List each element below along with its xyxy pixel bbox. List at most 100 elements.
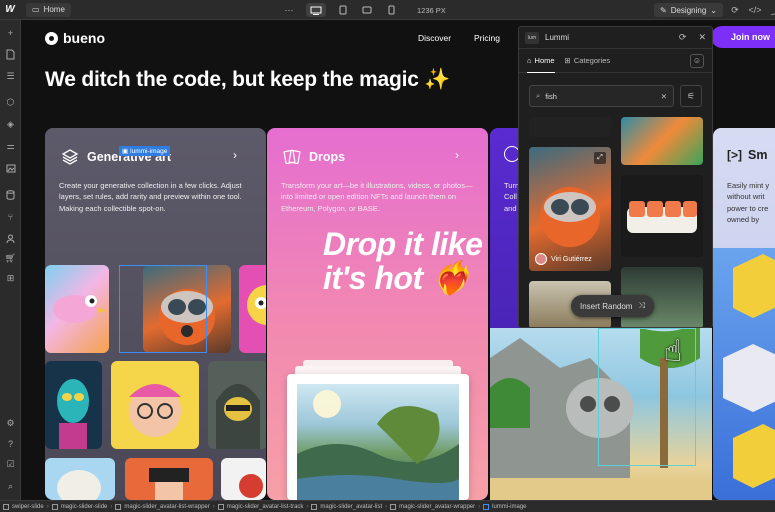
result-image-top-dark[interactable] — [529, 117, 611, 137]
refresh-icon[interactable]: ⟳ — [679, 32, 687, 43]
selection-tag-label: lummi-image — [130, 147, 168, 155]
smart-contracts-card[interactable]: [>] Sm Easily mint y without writ power … — [713, 128, 775, 500]
tab-categories[interactable]: ⊞ Categories — [565, 49, 611, 73]
nav-link-pricing[interactable]: Pricing — [474, 33, 500, 43]
image-box-icon — [483, 503, 490, 510]
lummi-header: lum Lummi ⟳ ✕ — [519, 27, 712, 49]
lummi-search-input[interactable] — [545, 91, 646, 101]
author-avatar — [535, 253, 547, 265]
sync-icon[interactable]: ⟳ — [728, 3, 742, 17]
help-icon[interactable]: ? — [4, 437, 17, 450]
mobile-portrait-breakpoint-icon[interactable] — [384, 3, 398, 17]
nav-link-discover[interactable]: Discover — [418, 33, 451, 43]
result-image-coral-fish[interactable] — [621, 117, 703, 165]
chevron-right-icon[interactable]: › — [233, 148, 237, 162]
selection-tag[interactable]: ▣ lummi-image — [119, 146, 171, 156]
insert-random-label: Insert Random — [580, 301, 633, 311]
breadcrumb-label: magic-slider_avatar-wrapper — [399, 503, 476, 510]
result-image-diver[interactable]: Viri Gutiérrez ⤢ — [529, 147, 611, 271]
chevron-right-icon[interactable]: › — [455, 148, 459, 162]
insert-random-button[interactable]: Insert Random ⤨ — [571, 295, 654, 317]
audit-checkbox-icon[interactable]: ☑ — [4, 458, 17, 471]
breadcrumb-item[interactable]: magic-slider_avatar-wrapper — [387, 503, 478, 510]
element-breadcrumb: swiper-slide › magic-slider-slide › magi… — [0, 500, 775, 512]
close-icon[interactable]: ✕ — [698, 32, 706, 43]
smart-desc-line: without writ — [727, 192, 765, 202]
sliders-icon: ⚟ — [686, 90, 696, 101]
site-brand[interactable]: bueno — [45, 30, 105, 46]
layers-icon — [61, 149, 79, 165]
tab-categories-label: Categories — [573, 56, 611, 65]
tablet-breakpoint-icon[interactable] — [336, 3, 350, 17]
ecommerce-icon[interactable]: 🛒︎ — [4, 252, 17, 265]
breadcrumb-item[interactable]: magic-slider_avatar-list-wrapper — [112, 503, 212, 510]
home-icon: ⌂ — [527, 55, 532, 65]
code-icon[interactable]: </> — [748, 3, 762, 17]
element-box-icon — [311, 503, 318, 510]
breadcrumb-item[interactable]: swiper-slide — [0, 503, 47, 510]
lummi-logo-icon: lum — [525, 31, 539, 44]
drops-description: Transform your art—be it illustrations, … — [281, 181, 473, 213]
topbar-right-actions: ⟳ </> ⤴ — [728, 3, 775, 17]
designer-left-sidebar: + ☰ ⬡ ◈ ⚌ ⑂ 🛒︎ ⊞ ⚙ ? ☑ ⌕ — [0, 20, 21, 500]
breadcrumb-item[interactable]: magic-slider_avatar-list — [308, 503, 385, 510]
drops-heading: Drops — [283, 148, 345, 166]
brand-name: bueno — [63, 30, 105, 46]
smart-title: Sm — [748, 148, 768, 162]
breadcrumb-label: swiper-slide — [12, 503, 44, 510]
designer-topbar: W ▭ Home ··· 1236 PX ✎ Designing ⌄ ⟳ </>… — [0, 0, 775, 20]
users-icon[interactable] — [4, 232, 17, 245]
desktop-breakpoint-icon[interactable] — [306, 3, 326, 17]
collections-desc-line: Coll — [504, 192, 517, 202]
cms-icon[interactable] — [4, 188, 17, 201]
element-box-icon — [3, 503, 9, 510]
logic-icon[interactable]: ⑂ — [4, 210, 17, 223]
breadcrumb-label: magic-slider_avatar-list — [320, 503, 383, 510]
navigator-icon[interactable]: ☰ — [4, 70, 17, 83]
tab-home[interactable]: ⌂ Home — [527, 49, 555, 73]
add-elements-icon[interactable]: + — [4, 26, 17, 39]
mode-selector[interactable]: ✎ Designing ⌄ — [654, 3, 723, 17]
drops-headline: Drop it like it's hot ❤️‍🔥 — [323, 227, 483, 296]
variables-icon[interactable]: ⚌ — [4, 140, 17, 153]
settings-icon[interactable]: ⚙ — [4, 417, 17, 430]
collections-desc-line: and — [504, 203, 517, 213]
breadcrumb-label: lummi-image — [492, 503, 527, 510]
more-options-icon[interactable]: ··· — [282, 3, 296, 17]
heart-fire-emoji: ❤️‍🔥 — [430, 259, 471, 296]
lummi-search-box[interactable]: ⌕ ✕ — [529, 85, 674, 107]
pages-icon[interactable] — [4, 48, 17, 61]
avatar-tile-bottom-3 — [221, 458, 266, 500]
element-box-icon — [390, 503, 397, 510]
design-canvas[interactable]: bueno Discover Pricing Join now We ditch… — [21, 20, 775, 500]
breadcrumb-item-current[interactable]: lummi-image — [480, 503, 529, 510]
join-now-button[interactable]: Join now — [711, 26, 775, 48]
lummi-tabs: ⌂ Home ⊞ Categories ☺ — [519, 49, 712, 73]
account-icon[interactable]: ☺ — [690, 53, 704, 68]
page-selector-label: Home — [43, 5, 65, 14]
clear-icon[interactable]: ✕ — [661, 92, 667, 101]
expand-icon[interactable]: ⤢ — [594, 152, 606, 164]
result-image-sushi[interactable] — [621, 175, 703, 257]
apps-icon[interactable]: ⊞ — [4, 272, 17, 285]
components-icon[interactable]: ⬡ — [4, 96, 17, 109]
webflow-logo-icon[interactable]: W — [0, 0, 20, 20]
breadcrumb-label: magic-slider_avatar-list-wrapper — [124, 503, 210, 510]
style-selectors-icon[interactable]: ◈ — [4, 118, 17, 131]
drops-card[interactable]: Drops › Transform your art—be it illustr… — [267, 128, 488, 500]
avatar-tile-bottom-2 — [125, 458, 213, 500]
mode-label: Designing — [670, 5, 707, 15]
avatar-tile-bird — [45, 265, 109, 353]
share-icon[interactable]: ⤴ — [768, 3, 775, 17]
breadcrumb-label: magic-slider-slide — [60, 503, 108, 510]
pencil-icon: ✎ — [660, 5, 667, 15]
page-selector[interactable]: ▭ Home — [26, 2, 71, 17]
page-icon: ▭ — [32, 5, 40, 14]
breadcrumb-item[interactable]: magic-slider_avatar-list-track — [215, 503, 307, 510]
breadcrumb-item[interactable]: magic-slider-slide — [49, 503, 111, 510]
smart-cubes-image — [713, 248, 775, 500]
filter-button[interactable]: ⚟ — [680, 85, 702, 107]
search-icon[interactable]: ⌕ — [4, 480, 17, 493]
mobile-landscape-breakpoint-icon[interactable] — [360, 3, 374, 17]
assets-icon[interactable] — [4, 162, 17, 175]
